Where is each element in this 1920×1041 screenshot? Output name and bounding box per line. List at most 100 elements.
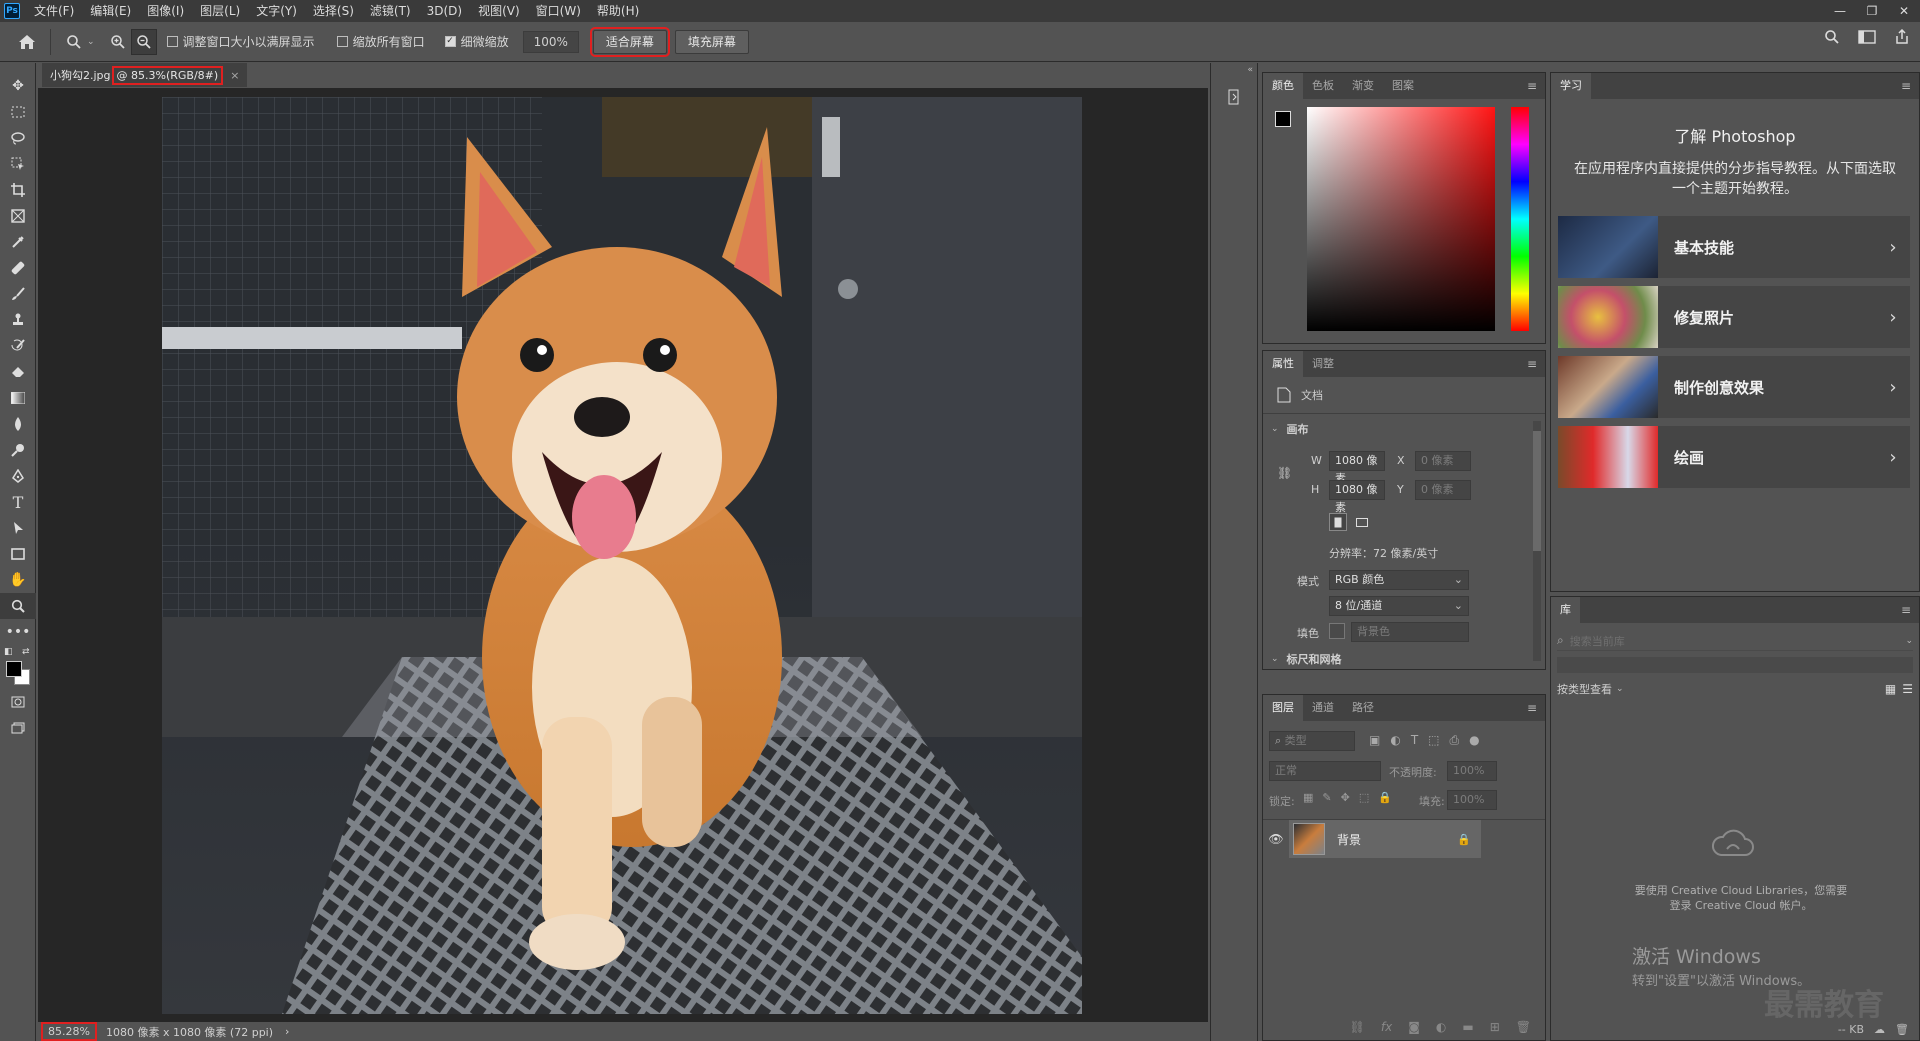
tab-channels[interactable]: 通道 xyxy=(1303,695,1343,721)
foreground-color-swatch[interactable] xyxy=(6,661,22,677)
library-search-input[interactable]: ⌕ 搜索当前库 ⌄ xyxy=(1557,631,1913,651)
grid-view-icon[interactable]: ▦ xyxy=(1885,682,1896,696)
zoom-out-icon[interactable] xyxy=(130,28,157,55)
new-group-icon[interactable]: ▬ xyxy=(1462,1020,1473,1034)
collapse-arrows-icon[interactable]: « xyxy=(1211,63,1257,77)
eraser-tool-icon[interactable] xyxy=(0,359,36,385)
menu-image[interactable]: 图像(I) xyxy=(139,0,192,22)
fill-color-swatch[interactable] xyxy=(1329,623,1345,639)
canvas-x-field[interactable]: 0 像素 xyxy=(1415,451,1471,471)
menu-filter[interactable]: 滤镜(T) xyxy=(362,0,419,22)
panel-menu-icon[interactable]: ≡ xyxy=(1527,79,1537,93)
healing-brush-tool-icon[interactable] xyxy=(0,255,36,281)
canvas-y-field[interactable]: 0 像素 xyxy=(1415,480,1471,500)
pixel-filter-icon[interactable]: ▣ xyxy=(1369,733,1380,748)
marquee-tool-icon[interactable] xyxy=(0,99,36,125)
canvas-width-field[interactable]: 1080 像素 xyxy=(1329,451,1385,485)
tab-patterns[interactable]: 图案 xyxy=(1383,73,1423,99)
lock-position-icon[interactable]: ✥ xyxy=(1341,791,1350,804)
tab-adjustments[interactable]: 调整 xyxy=(1303,351,1343,377)
portrait-orientation-icon[interactable] xyxy=(1329,513,1347,531)
object-selection-tool-icon[interactable] xyxy=(0,151,36,177)
blend-mode-select[interactable]: 正常 xyxy=(1269,761,1381,781)
adjustment-layer-icon[interactable]: ◐ xyxy=(1436,1020,1446,1034)
eye-icon[interactable]: 👁 xyxy=(1263,832,1289,846)
zoom-tool-icon[interactable] xyxy=(0,593,36,619)
new-layer-icon[interactable]: ⊞ xyxy=(1490,1020,1500,1034)
shape-filter-icon[interactable]: ⬚ xyxy=(1428,733,1439,748)
smart-object-filter-icon[interactable]: ⎙ xyxy=(1450,733,1460,748)
chevron-down-icon[interactable]: ⌄ xyxy=(87,37,95,47)
menu-view[interactable]: 视图(V) xyxy=(470,0,528,22)
hand-tool-icon[interactable]: ✋ xyxy=(0,567,36,593)
document-image[interactable] xyxy=(162,97,1082,1014)
home-icon[interactable] xyxy=(14,29,40,55)
restore-button[interactable]: ❐ xyxy=(1856,0,1888,22)
close-tab-icon[interactable]: × xyxy=(230,69,239,82)
close-window-button[interactable]: ✕ xyxy=(1888,0,1920,22)
zoom-in-icon[interactable] xyxy=(105,29,131,55)
adjustment-filter-icon[interactable]: ◐ xyxy=(1390,733,1400,748)
canvas-height-field[interactable]: 1080 像素 xyxy=(1329,480,1385,514)
menu-window[interactable]: 窗口(W) xyxy=(528,0,589,22)
type-filter-icon[interactable]: T xyxy=(1411,733,1418,748)
panel-menu-icon[interactable]: ≡ xyxy=(1901,603,1911,617)
menu-type[interactable]: 文字(Y) xyxy=(248,0,305,22)
opacity-field[interactable]: 100% xyxy=(1447,761,1497,781)
fx-icon[interactable]: fx xyxy=(1381,1020,1392,1034)
checkbox-box[interactable] xyxy=(336,36,348,47)
fill-field[interactable]: 100% xyxy=(1447,790,1497,810)
view-by-type-dropdown[interactable]: 按类型查看 xyxy=(1557,681,1612,697)
edit-toolbar-icon[interactable]: ••• xyxy=(0,619,36,645)
type-tool-icon[interactable]: T xyxy=(0,489,36,515)
canvas-section-header[interactable]: ⌄ 画布 xyxy=(1271,421,1309,437)
zoom-percent-field[interactable]: 100% xyxy=(522,30,579,53)
rulers-grids-section-header[interactable]: ⌄ 标尺和网格 xyxy=(1271,652,1342,666)
dodge-tool-icon[interactable] xyxy=(0,437,36,463)
scrubby-zoom-checkbox[interactable]: ✓ 细微缩放 xyxy=(444,33,509,50)
path-selection-tool-icon[interactable] xyxy=(0,515,36,541)
history-brush-tool-icon[interactable] xyxy=(0,333,36,359)
menu-edit[interactable]: 编辑(E) xyxy=(82,0,139,22)
fit-screen-button[interactable]: 适合屏幕 xyxy=(589,26,670,57)
cloud-sync-icon[interactable]: ☁ xyxy=(1874,1023,1885,1036)
properties-scrollbar[interactable] xyxy=(1533,421,1541,661)
gradient-tool-icon[interactable] xyxy=(0,385,36,411)
lasso-tool-icon[interactable] xyxy=(0,125,36,151)
clone-stamp-tool-icon[interactable] xyxy=(0,307,36,333)
quick-mask-icon[interactable] xyxy=(0,689,36,715)
fill-color-select[interactable]: 背景色 xyxy=(1351,622,1469,642)
color-mode-select[interactable]: RGB 颜色 ⌄ xyxy=(1329,570,1469,590)
document-tab[interactable]: 小狗勾2.jpg @ 85.3%(RGB/8#) × xyxy=(42,63,248,87)
layer-item[interactable]: 背景 🔒 xyxy=(1289,820,1481,858)
brush-tool-icon[interactable] xyxy=(0,281,36,307)
status-menu-arrow[interactable]: › xyxy=(285,1025,289,1038)
color-field[interactable] xyxy=(1307,107,1495,331)
layer-filter-select[interactable]: ⌕ 类型 xyxy=(1269,731,1355,751)
tab-learn[interactable]: 学习 xyxy=(1551,73,1591,99)
tab-paths[interactable]: 路径 xyxy=(1343,695,1383,721)
screen-mode-icon[interactable] xyxy=(0,715,36,741)
search-icon[interactable] xyxy=(1824,29,1840,48)
panel-menu-icon[interactable]: ≡ xyxy=(1527,357,1537,371)
delete-icon[interactable]: 🗑 xyxy=(1895,1023,1909,1036)
learn-topic-fix-photos[interactable]: 修复照片 › xyxy=(1558,286,1910,348)
pen-tool-icon[interactable] xyxy=(0,463,36,489)
tab-swatches[interactable]: 色板 xyxy=(1303,73,1343,99)
workspace-icon[interactable] xyxy=(1858,30,1876,47)
menu-file[interactable]: 文件(F) xyxy=(26,0,82,22)
frame-tool-icon[interactable] xyxy=(0,203,36,229)
lock-transparent-icon[interactable]: ▦ xyxy=(1303,791,1313,804)
rectangle-tool-icon[interactable] xyxy=(0,541,36,567)
panel-menu-icon[interactable]: ≡ xyxy=(1901,79,1911,93)
tab-properties[interactable]: 属性 xyxy=(1263,351,1303,377)
zoom-tool-preset-icon[interactable] xyxy=(61,29,87,55)
checkbox-checked[interactable]: ✓ xyxy=(444,36,456,47)
tab-layers[interactable]: 图层 xyxy=(1263,695,1303,721)
lock-all-icon[interactable]: 🔒 xyxy=(1378,791,1392,804)
link-dimensions-icon[interactable]: ⛓ xyxy=(1277,466,1292,480)
menu-select[interactable]: 选择(S) xyxy=(305,0,362,22)
scrollbar-thumb[interactable] xyxy=(1533,431,1541,551)
menu-3d[interactable]: 3D(D) xyxy=(419,0,470,22)
minimize-button[interactable]: — xyxy=(1824,0,1856,22)
